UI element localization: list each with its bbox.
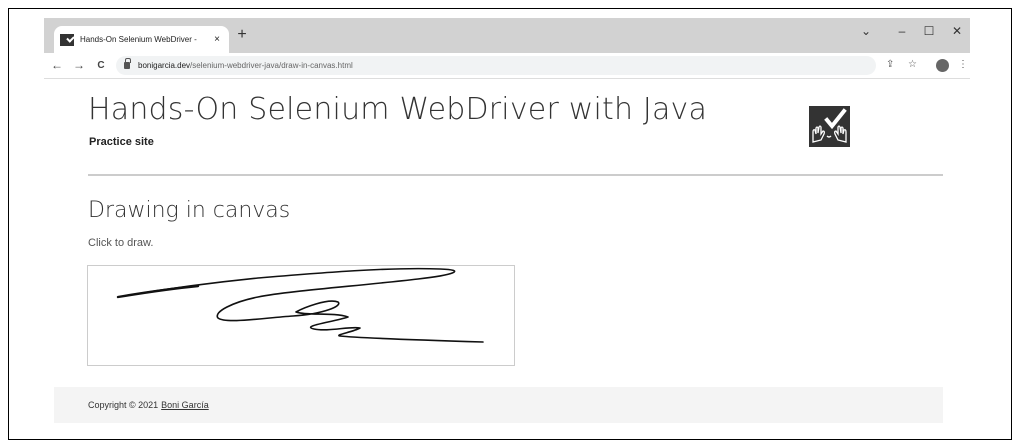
url-text: bonigarcia.dev/selenium-webdriver-java/d…: [138, 61, 353, 70]
author-link[interactable]: Boni García: [161, 400, 209, 410]
lock-icon: [124, 58, 131, 69]
new-tab-button[interactable]: +: [234, 27, 250, 43]
tab-search-icon[interactable]: ⌄: [856, 24, 876, 38]
tab-title: Hands-On Selenium WebDriver -: [80, 35, 197, 44]
reload-button[interactable]: C: [94, 60, 108, 71]
drawn-stroke-thick: [116, 284, 200, 299]
drawing-canvas[interactable]: [87, 265, 515, 366]
browser-window: Hands-On Selenium WebDriver - × + ⌄ – ☐ …: [44, 18, 970, 438]
minimize-button[interactable]: –: [892, 24, 912, 38]
share-icon[interactable]: ⇪: [886, 59, 894, 70]
maximize-button[interactable]: ☐: [919, 24, 939, 38]
tab-close-icon[interactable]: ×: [211, 34, 223, 45]
profile-avatar[interactable]: [936, 59, 949, 72]
divider: [88, 174, 943, 176]
logo-graphic: [812, 108, 847, 143]
browser-tab[interactable]: Hands-On Selenium WebDriver - ×: [54, 26, 229, 53]
url-host: bonigarcia.dev: [138, 61, 191, 70]
canvas-drawing: [116, 267, 484, 343]
address-toolbar: ← → C bonigarcia.dev/selenium-webdriver-…: [44, 53, 970, 79]
page-content: Hands-On Selenium WebDriver with Java Pr…: [44, 80, 970, 438]
back-button[interactable]: ←: [50, 58, 64, 72]
url-path: /selenium-webdriver-java/draw-in-canvas.…: [190, 61, 353, 70]
site-title: Hands-On Selenium WebDriver with Java: [88, 92, 708, 127]
copyright-text: Copyright © 2021: [88, 400, 159, 410]
tab-strip: Hands-On Selenium WebDriver - × + ⌄ – ☐ …: [44, 18, 970, 53]
footer: Copyright © 2021 Boni García: [54, 387, 943, 423]
hands-checkmark-logo: [809, 106, 850, 147]
selenium-logo-icon: [60, 33, 74, 46]
drawn-stroke: [117, 267, 484, 343]
bookmark-star-icon[interactable]: ☆: [908, 59, 917, 70]
forward-button[interactable]: →: [72, 58, 86, 72]
draw-hint: Click to draw.: [88, 237, 154, 249]
section-title: Drawing in canvas: [88, 198, 291, 223]
close-window-button[interactable]: ✕: [947, 24, 967, 38]
site-subtitle: Practice site: [89, 136, 154, 148]
address-bar[interactable]: bonigarcia.dev/selenium-webdriver-java/d…: [116, 56, 876, 75]
menu-icon[interactable]: ⋮: [958, 59, 968, 70]
